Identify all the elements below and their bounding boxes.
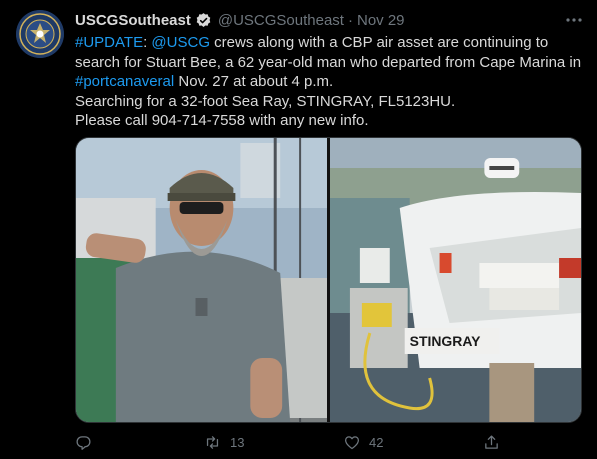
tweet-text-paragraph-3: Please call 904-714-7558 with any new in…: [75, 112, 369, 129]
tweet-text-segment-end: Nov. 27 at about 4 p.m.: [174, 73, 334, 90]
boat-name-text: STINGRAY: [410, 333, 481, 349]
uscg-seal-icon: [16, 10, 64, 58]
separator-dot: ·: [347, 11, 353, 29]
display-name[interactable]: USCGSoutheast: [75, 12, 191, 29]
tweet-media[interactable]: STINGRAY: [75, 137, 582, 423]
mention-uscg[interactable]: @USCG: [151, 34, 210, 51]
colon-text: :: [143, 34, 148, 51]
like-button[interactable]: 42: [343, 434, 483, 451]
retweet-count: 13: [230, 434, 245, 450]
reply-icon: [76, 435, 91, 450]
tweet-text-paragraph-2: Searching for a 32-foot Sea Ray, STINGRA…: [75, 92, 456, 110]
share-button[interactable]: [483, 434, 500, 451]
tweet-text-paragraph-1: #UPDATE: @USCG crews along with a CBP ai…: [75, 33, 585, 92]
reply-button[interactable]: [75, 434, 203, 451]
hashtag-portcanaveral[interactable]: #portcanaveral: [75, 73, 174, 90]
tweet-header: USCGSoutheast @USCGSoutheast · Nov 29: [75, 11, 583, 29]
tweet-actions: 13 42: [75, 432, 505, 452]
retweet-icon: [206, 435, 219, 449]
man-at-marina-photo[interactable]: [76, 138, 327, 422]
timestamp[interactable]: Nov 29: [357, 12, 405, 29]
like-count: 42: [369, 434, 384, 450]
retweet-button[interactable]: 13: [203, 434, 343, 451]
heart-icon: [344, 435, 360, 449]
hashtag-update[interactable]: #UPDATE: [75, 34, 143, 51]
tweet-text: #UPDATE: @USCG crews along with a CBP ai…: [75, 33, 585, 131]
sea-ray-boat-photo[interactable]: STINGRAY: [330, 138, 581, 422]
verified-badge-icon: [195, 12, 212, 29]
avatar[interactable]: [16, 10, 64, 58]
more-options-icon[interactable]: [565, 11, 583, 29]
user-handle[interactable]: @USCGSoutheast: [218, 12, 344, 29]
share-icon: [485, 434, 498, 449]
